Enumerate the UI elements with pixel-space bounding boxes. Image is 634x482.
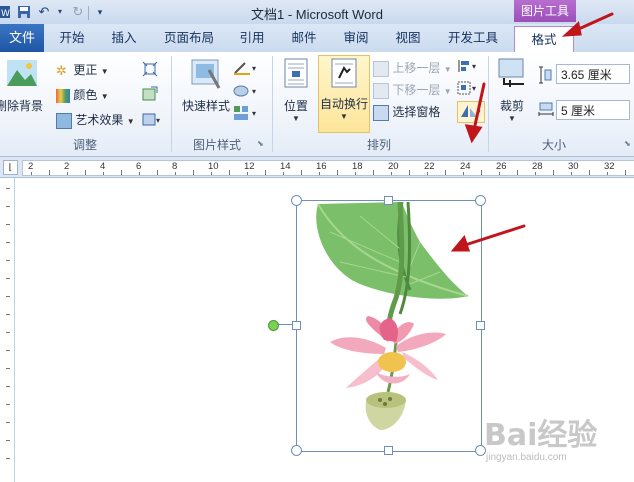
- baidu-watermark: Bai经验: [484, 418, 598, 453]
- watermark-url: jingyan.baidu.com: [486, 452, 567, 463]
- arrow-to-picture: [460, 224, 526, 248]
- arrow-to-rotate-button: [472, 82, 486, 132]
